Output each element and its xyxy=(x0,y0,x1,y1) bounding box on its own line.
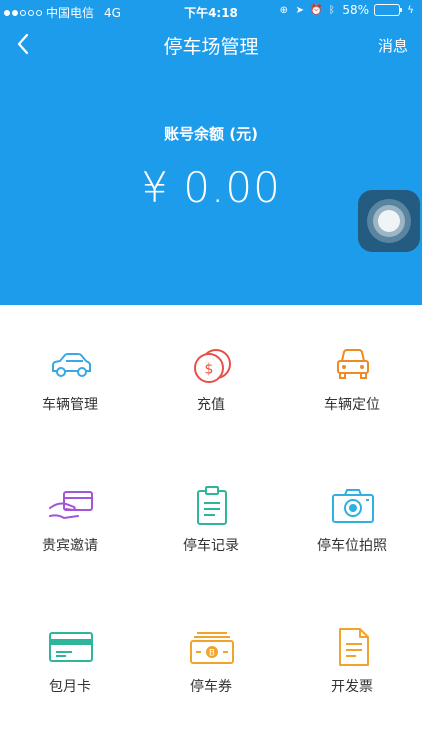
vip-card-icon xyxy=(49,491,93,520)
charging-icon: ϟ xyxy=(407,4,414,16)
car-icon xyxy=(52,353,91,377)
menu-item-label: 开发票 xyxy=(331,679,373,695)
car-front-icon xyxy=(337,349,369,379)
menu-item-label: 车辆管理 xyxy=(42,397,98,413)
menu-item-vip-invite[interactable]: 贵宾邀请 xyxy=(0,446,140,586)
menu-item-label: 车辆定位 xyxy=(324,397,380,413)
header: 中国电信 4G 下午4:18 ⊕ ➤ ⏰ ᛒ 58% ϟ 停车场管理 消息 账号… xyxy=(0,0,422,305)
svg-text:$: $ xyxy=(205,362,214,378)
menu-item-spot-photo[interactable]: 停车位拍照 xyxy=(282,446,422,586)
menu-item-label: 贵宾邀请 xyxy=(42,538,98,554)
page-title: 停车场管理 xyxy=(163,36,259,58)
bluetooth-icon: ᛒ xyxy=(328,4,335,16)
menu-item-label: 停车券 xyxy=(190,679,232,695)
menu-item-invoice[interactable]: 开发票 xyxy=(282,587,422,727)
menu-item-vehicle-management[interactable]: 车辆管理 xyxy=(0,305,140,445)
menu-item-label: 停车记录 xyxy=(183,538,239,554)
card-icon xyxy=(49,632,93,662)
rotation-lock-icon: ⊕ xyxy=(279,4,289,16)
battery-percent: 58% xyxy=(342,3,369,17)
status-bar: 中国电信 4G 下午4:18 ⊕ ➤ ⏰ ᛒ 58% ϟ xyxy=(0,0,422,22)
menu-item-recharge[interactable]: $ 充值 xyxy=(141,305,281,445)
menu-item-parking-coupon[interactable]: B 停车券 xyxy=(141,587,281,727)
battery-icon xyxy=(374,4,402,16)
menu-item-parking-records[interactable]: 停车记录 xyxy=(141,446,281,586)
menu-item-label: 充值 xyxy=(197,397,225,413)
camera-icon xyxy=(332,489,374,523)
location-icon: ➤ xyxy=(295,4,305,16)
svg-text:B: B xyxy=(209,649,215,659)
menu-item-label: 停车位拍照 xyxy=(317,538,387,554)
nav-bar: 停车场管理 消息 xyxy=(0,22,422,66)
alarm-icon: ⏰ xyxy=(310,4,323,16)
menu-item-label: 包月卡 xyxy=(49,679,91,695)
clipboard-icon xyxy=(197,486,227,525)
assistive-touch-button[interactable] xyxy=(358,190,420,252)
invoice-icon xyxy=(339,628,369,666)
coin-icon: $ xyxy=(194,349,231,383)
messages-button[interactable]: 消息 xyxy=(378,35,408,56)
balance-label: 账号余额 (元) xyxy=(164,125,258,143)
status-right: ⊕ ➤ ⏰ ᛒ 58% ϟ xyxy=(278,3,416,17)
menu-item-vehicle-location[interactable]: 车辆定位 xyxy=(282,305,422,445)
menu-grid: 车辆管理 $ 充值 车辆定位 贵宾邀请 停车记录 停车位拍照 包月卡 B 停车券… xyxy=(0,305,422,750)
menu-item-monthly-card[interactable]: 包月卡 xyxy=(0,587,140,727)
coupon-icon: B xyxy=(190,632,234,664)
